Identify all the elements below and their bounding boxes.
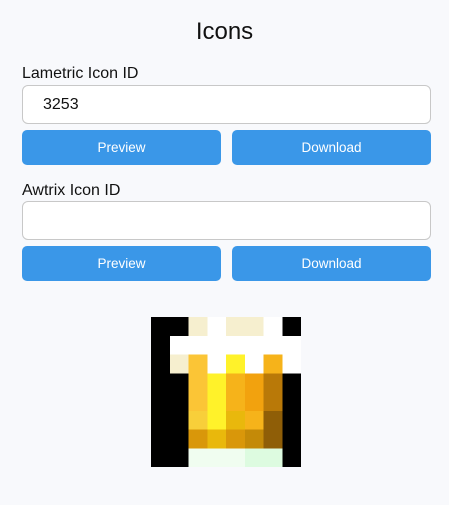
icon-pixel: [169, 448, 189, 467]
icon-pixel: [263, 392, 283, 412]
awtrix-icon-id-input[interactable]: [22, 201, 431, 240]
lametric-icon-id-label: Lametric Icon ID: [22, 65, 139, 82]
icon-pixel: [244, 317, 264, 337]
icon-pixel: [263, 410, 283, 430]
icon-pixel: [226, 335, 246, 355]
icon-pixel: [207, 392, 227, 412]
icon-pixel: [263, 373, 283, 393]
icon-pixel: [244, 373, 264, 393]
icon-pixel: [188, 429, 208, 449]
icon-pixel: [244, 448, 264, 467]
icon-pixel: [263, 354, 283, 374]
icon-pixel: [207, 354, 227, 374]
awtrix-icon-id-label: Awtrix Icon ID: [22, 182, 121, 199]
icon-pixel: [263, 448, 283, 467]
icon-pixel: [226, 429, 246, 449]
icon-pixel: [207, 410, 227, 430]
icon-pixel: [207, 335, 227, 355]
icon-pixel: [151, 373, 171, 393]
icon-pixel: [151, 392, 171, 412]
icon-pixel: [226, 448, 246, 467]
lametric-download-button[interactable]: Download: [232, 130, 431, 165]
icon-pixel: [169, 429, 189, 449]
icon-pixel: [282, 410, 301, 430]
icon-pixel: [263, 335, 283, 355]
icon-pixel: [282, 448, 301, 467]
icon-pixel: [188, 317, 208, 337]
icon-pixel: [244, 429, 264, 449]
icon-pixel: [244, 335, 264, 355]
icon-pixel: [151, 354, 171, 374]
icon-pixel: [282, 317, 301, 337]
beer-mug-icon: [151, 317, 301, 467]
icon-pixel: [282, 429, 301, 449]
icon-pixel: [207, 429, 227, 449]
icon-pixel: [188, 448, 208, 467]
icon-pixel: [282, 373, 301, 393]
awtrix-download-button[interactable]: Download: [232, 246, 431, 281]
icon-pixel: [282, 354, 301, 374]
icon-pixel: [151, 448, 171, 467]
icon-pixel: [282, 392, 301, 412]
icon-pixel: [244, 410, 264, 430]
icon-pixel: [169, 335, 189, 355]
icon-pixel: [263, 317, 283, 337]
icon-pixel: [226, 354, 246, 374]
icon-pixel: [244, 392, 264, 412]
icon-pixel: [226, 410, 246, 430]
icon-pixel: [188, 410, 208, 430]
icon-pixel: [169, 354, 189, 374]
page-title: Icons: [195, 18, 254, 45]
lametric-icon-id-input[interactable]: [22, 85, 431, 124]
icon-pixel: [226, 317, 246, 337]
awtrix-preview-button[interactable]: Preview: [22, 246, 221, 281]
icon-pixel: [169, 373, 189, 393]
icon-pixel: [151, 410, 171, 430]
icon-pixel: [226, 373, 246, 393]
icon-pixel: [169, 317, 189, 337]
icon-pixel: [263, 429, 283, 449]
icon-pixel: [169, 392, 189, 412]
icons-page: Icons Lametric Icon ID Preview Download …: [0, 0, 449, 505]
icon-pixel: [151, 317, 171, 337]
icon-pixel: [244, 354, 264, 374]
icon-pixel: [151, 335, 171, 355]
icon-pixel: [207, 448, 227, 467]
icon-pixel: [169, 410, 189, 430]
icon-pixel: [207, 373, 227, 393]
icon-pixel: [188, 373, 208, 393]
icon-pixel: [282, 335, 301, 355]
icon-pixel: [188, 335, 208, 355]
icon-pixel: [188, 392, 208, 412]
icon-pixel: [188, 354, 208, 374]
icon-pixel: [151, 429, 171, 449]
lametric-preview-button[interactable]: Preview: [22, 130, 221, 165]
icon-pixel: [226, 392, 246, 412]
icon-pixel: [207, 317, 227, 337]
